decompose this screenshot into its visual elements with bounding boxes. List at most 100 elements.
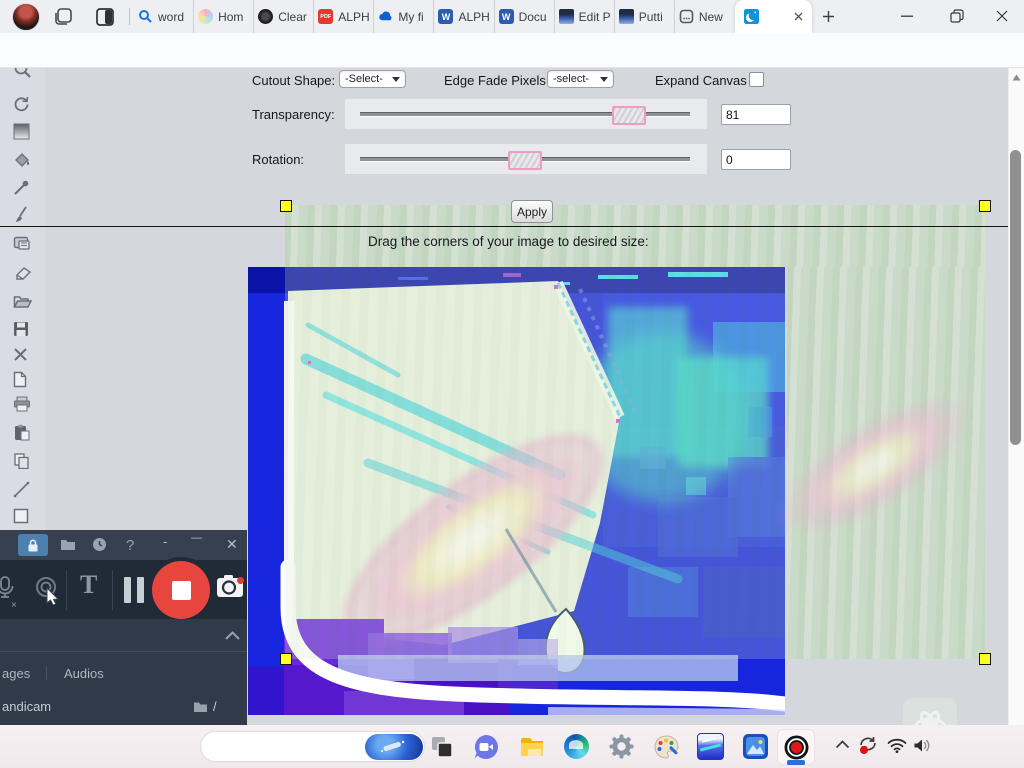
new-tab-button[interactable]: [822, 10, 835, 23]
tray-chevron-up-icon[interactable]: [835, 740, 850, 749]
workspaces-icon[interactable]: [53, 7, 73, 27]
search-box[interactable]: arch: [200, 731, 425, 762]
glitch-app-icon[interactable]: [697, 733, 724, 760]
stop-record-button[interactable]: [152, 561, 210, 619]
text-overlay-tool[interactable]: T: [80, 570, 97, 600]
sync-alert-dot: [860, 746, 868, 754]
tab-home[interactable]: Hom: [194, 0, 254, 33]
mic-mute-x-icon: ×: [11, 600, 17, 611]
minimize-icon[interactable]: —: [191, 532, 202, 544]
fill-bucket-icon[interactable]: [13, 151, 31, 168]
chat-icon[interactable]: [472, 733, 499, 760]
help-icon[interactable]: ?: [126, 537, 134, 554]
minimize-window-icon[interactable]: [901, 15, 913, 18]
paint-icon[interactable]: [652, 733, 679, 760]
paste-icon[interactable]: [13, 424, 30, 441]
scroll-up-icon[interactable]: [1012, 74, 1021, 81]
folder-name[interactable]: andicam: [2, 699, 51, 714]
gradient-icon[interactable]: [13, 123, 30, 140]
copy-icon[interactable]: [13, 452, 30, 469]
transparency-label: Transparency:: [252, 107, 335, 122]
new-doc-icon[interactable]: [13, 371, 27, 388]
close-window-icon[interactable]: [996, 10, 1008, 22]
line-tool-icon[interactable]: [13, 481, 30, 498]
image-thumb-icon: [559, 9, 574, 24]
split-screen-icon[interactable]: [95, 7, 115, 27]
tab-my-files[interactable]: My fi: [374, 0, 434, 33]
wifi-icon[interactable]: [887, 738, 907, 753]
lunapic-icon: [744, 9, 759, 24]
tab-images[interactable]: ages: [2, 666, 30, 681]
scrollbar-thumb[interactable]: [1010, 150, 1021, 445]
search-highlight-image: [365, 734, 423, 760]
active-tab-lunapic[interactable]: [735, 0, 812, 33]
tab-new[interactable]: New: [675, 0, 734, 33]
colorful-home-icon: [198, 9, 213, 24]
rotation-slider-handle[interactable]: [508, 151, 542, 170]
tab-word-search[interactable]: word: [134, 0, 194, 33]
close-tab-icon[interactable]: [794, 12, 803, 21]
edge-fade-select[interactable]: -select-: [547, 70, 614, 88]
small-minus-icon[interactable]: -: [163, 534, 167, 549]
transparency-slider-handle[interactable]: [612, 106, 646, 125]
recorder-titlebar[interactable]: ? - — ✕: [0, 530, 247, 560]
open-folder-icon[interactable]: [13, 294, 32, 309]
edge-icon[interactable]: [563, 733, 590, 760]
task-view-icon[interactable]: [428, 733, 455, 760]
cutout-shape-label: Cutout Shape:: [252, 73, 335, 88]
resize-handle-bottom-left[interactable]: [280, 653, 292, 665]
tab-alph-pdf[interactable]: PDF ALPH: [314, 0, 374, 33]
rotate-icon[interactable]: [13, 96, 30, 113]
lock-button[interactable]: [18, 534, 48, 556]
close-icon[interactable]: ✕: [226, 536, 238, 553]
cutout-shape-select[interactable]: -Select-: [339, 70, 406, 88]
word-app-icon: W: [438, 9, 453, 24]
microphone-muted-icon[interactable]: [0, 576, 16, 602]
settings-icon[interactable]: [608, 733, 635, 760]
tab-putting-image[interactable]: Putti: [615, 0, 675, 33]
profile-avatar[interactable]: [12, 3, 40, 31]
expand-canvas-label: Expand Canvas: [655, 73, 747, 88]
search-icon: [138, 9, 153, 24]
rotation-input[interactable]: [721, 149, 791, 170]
collapse-chevron-icon[interactable]: [225, 631, 240, 640]
new-tab-page-icon: [679, 9, 694, 24]
tab-alph-word[interactable]: W ALPH: [434, 0, 494, 33]
brush-icon[interactable]: [13, 206, 29, 224]
resize-handle-top-left[interactable]: [280, 200, 292, 212]
restore-window-icon[interactable]: [950, 9, 964, 23]
divider: [66, 570, 67, 610]
rect-tool-icon[interactable]: [13, 508, 29, 524]
tab-edit-image[interactable]: Edit P: [555, 0, 615, 33]
print-icon[interactable]: [13, 396, 31, 412]
tab-audios[interactable]: Audios: [64, 666, 104, 681]
resize-handle-bottom-right[interactable]: [979, 653, 991, 665]
eraser-icon[interactable]: [13, 266, 31, 280]
delete-x-icon[interactable]: [13, 347, 28, 362]
file-explorer-icon[interactable]: [518, 733, 545, 760]
expand-canvas-checkbox[interactable]: [749, 72, 764, 87]
history-clock-icon[interactable]: [92, 537, 107, 552]
apply-button[interactable]: Apply: [511, 200, 553, 223]
mouse-click-effect-icon[interactable]: [34, 575, 60, 605]
pause-button[interactable]: [124, 577, 146, 603]
output-folder-icon[interactable]: [60, 538, 76, 551]
save-icon[interactable]: [13, 321, 29, 337]
zoom-icon[interactable]: [13, 68, 31, 78]
tab-clear[interactable]: Clear: [254, 0, 314, 33]
word-app-icon: W: [499, 9, 514, 24]
tab-label: My fi: [398, 10, 423, 24]
folder-root[interactable]: /: [213, 699, 217, 714]
folder-icon[interactable]: [193, 701, 208, 713]
sync-icon[interactable]: [858, 735, 880, 756]
eyedropper-icon[interactable]: [13, 179, 30, 196]
speaker-icon[interactable]: [913, 738, 931, 753]
screenshot-camera-button[interactable]: [216, 574, 246, 598]
tab-label: ALPH: [458, 10, 489, 24]
transparency-input[interactable]: [721, 104, 791, 125]
photos-icon[interactable]: [742, 733, 769, 760]
resize-handle-top-right[interactable]: [979, 200, 991, 212]
tab-docu-word[interactable]: W Docu: [495, 0, 555, 33]
stamp-icon[interactable]: [13, 234, 31, 251]
divider: [112, 570, 113, 610]
